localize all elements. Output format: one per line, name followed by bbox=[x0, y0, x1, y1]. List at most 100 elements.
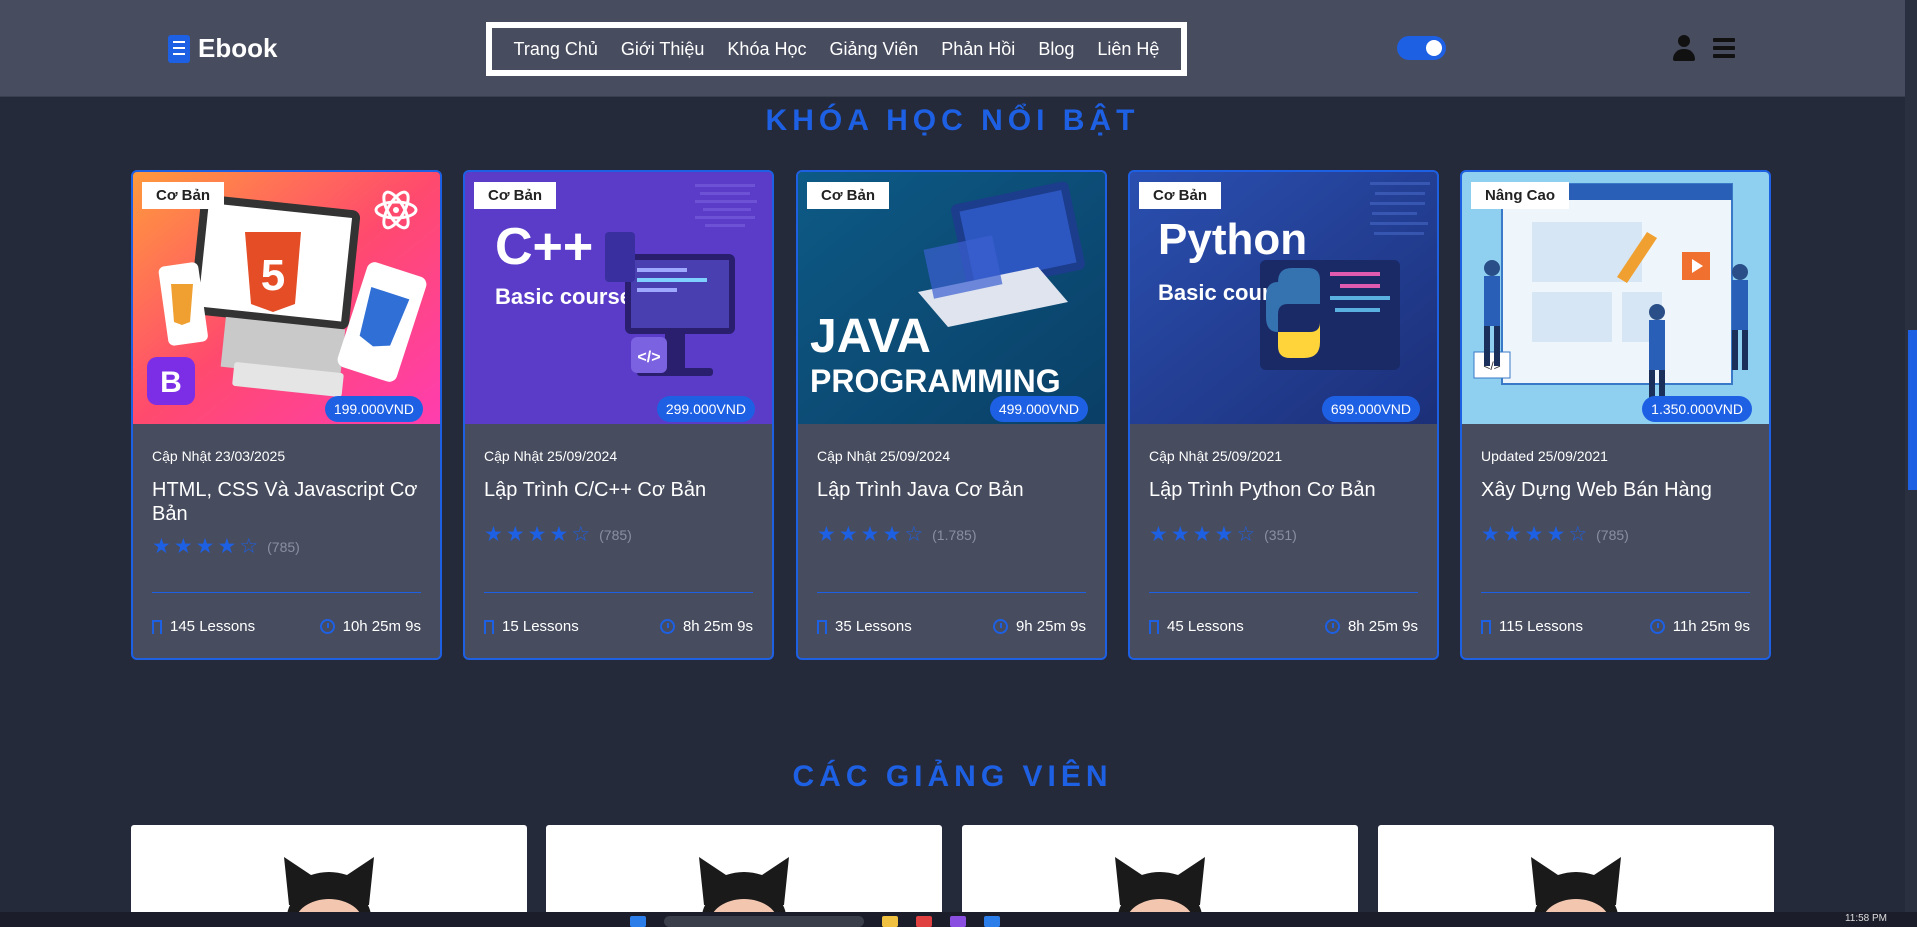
star-icon: ★ bbox=[1192, 522, 1212, 546]
lesson-count: 45 Lessons bbox=[1167, 618, 1244, 635]
star-icon: ★ bbox=[817, 522, 836, 546]
card-divider bbox=[1149, 592, 1418, 593]
course-image-java: JAVA PROGRAMMING bbox=[798, 172, 1105, 424]
course-card[interactable]: </> Nâng Cao 1.350.000VND Updated 25/09/… bbox=[1460, 170, 1771, 660]
nav-about[interactable]: Giới Thiệu bbox=[621, 39, 705, 60]
rating-stars: ★ ★ ★ ★ ☆ (785) bbox=[484, 524, 753, 545]
price-tag: 1.350.000VND bbox=[1642, 396, 1752, 422]
app-icon[interactable] bbox=[916, 916, 932, 927]
theme-toggle[interactable] bbox=[1397, 36, 1446, 60]
nav-blog[interactable]: Blog bbox=[1038, 39, 1074, 60]
star-icon: ★ bbox=[1170, 522, 1190, 546]
course-card[interactable]: 5 B Cơ Bản 199.000VND Cập Nhật 23/03/202… bbox=[131, 170, 442, 660]
rating-stars: ★ ★ ★ ★ ☆ (785) bbox=[1481, 524, 1750, 545]
site-header: Ebook Trang Chủ Giới Thiệu Khóa Học Giản… bbox=[0, 0, 1905, 97]
app-icon[interactable] bbox=[984, 916, 1000, 927]
star-icon: ★ bbox=[882, 522, 902, 546]
star-half-icon: ☆ bbox=[571, 522, 591, 546]
bookmark-icon bbox=[152, 619, 162, 635]
course-title[interactable]: Lập Trình Python Cơ Bản bbox=[1149, 478, 1418, 502]
rating-count: (785) bbox=[1596, 526, 1629, 543]
lesson-count: 145 Lessons bbox=[170, 618, 256, 635]
logo-text: Ebook bbox=[198, 33, 278, 63]
featured-courses-title: KHÓA HỌC NỔI BẬT bbox=[765, 104, 1140, 137]
course-title[interactable]: Lập Trình C/C++ Cơ Bản bbox=[484, 478, 753, 502]
os-taskbar: 11:58 PM bbox=[0, 912, 1917, 927]
course-image-cpp: C++ Basic course </> bbox=[465, 172, 772, 424]
user-icon[interactable] bbox=[1672, 35, 1696, 61]
course-image-web: </> bbox=[1462, 172, 1769, 424]
clock-icon bbox=[1324, 619, 1340, 634]
rating-count: (1.785) bbox=[932, 526, 977, 543]
taskbar-search[interactable] bbox=[664, 916, 864, 927]
rating-stars: ★ ★ ★ ★ ☆ (785) bbox=[152, 536, 421, 557]
star-icon: ★ bbox=[860, 522, 880, 546]
star-icon: ★ bbox=[527, 522, 547, 546]
course-card[interactable]: C++ Basic course </> Cơ Bản 299.000VND C… bbox=[463, 170, 774, 660]
nav-courses[interactable]: Khóa Học bbox=[727, 39, 806, 60]
course-thumbnail: </> Nâng Cao 1.350.000VND bbox=[1462, 172, 1769, 424]
bookmark-icon bbox=[1481, 619, 1491, 635]
course-card[interactable]: Python Basic course Cơ Bản 699.000VND Cậ… bbox=[1128, 170, 1439, 660]
rating-count: (785) bbox=[599, 526, 632, 543]
svg-text:B: B bbox=[160, 366, 182, 399]
course-duration: 9h 25m 9s bbox=[1015, 618, 1086, 635]
bookmark-icon bbox=[484, 619, 494, 635]
course-thumbnail: Python Basic course Cơ Bản 699.000VND bbox=[1130, 172, 1437, 424]
rating-stars: ★ ★ ★ ★ ☆ (351) bbox=[1149, 524, 1418, 545]
clock-icon bbox=[1649, 619, 1665, 634]
level-badge: Cơ Bản bbox=[142, 182, 225, 209]
thumb-title: Python bbox=[1158, 215, 1307, 264]
star-icon: ★ bbox=[152, 534, 171, 558]
course-image-python: Python Basic course bbox=[1130, 172, 1437, 424]
course-thumbnail: JAVA PROGRAMMING Cơ Bản 499.000VND bbox=[798, 172, 1105, 424]
course-card[interactable]: JAVA PROGRAMMING Cơ Bản 499.000VND Cập N… bbox=[796, 170, 1107, 660]
clock-icon bbox=[319, 619, 335, 634]
price-tag: 199.000VND bbox=[324, 396, 423, 422]
lesson-count: 115 Lessons bbox=[1499, 618, 1583, 635]
star-icon: ★ bbox=[484, 522, 503, 546]
svg-text:</>: </> bbox=[637, 349, 660, 366]
taskbar-icons bbox=[630, 916, 1000, 927]
thumb-subtitle: PROGRAMMING bbox=[810, 363, 1061, 399]
nav-home[interactable]: Trang Chủ bbox=[514, 39, 598, 60]
course-title[interactable]: Xây Dựng Web Bán Hàng bbox=[1481, 478, 1750, 502]
logo[interactable]: Ebook bbox=[168, 33, 277, 64]
nav-instructors[interactable]: Giảng Viên bbox=[830, 39, 919, 60]
star-icon: ★ bbox=[1214, 522, 1234, 546]
course-duration: 8h 25m 9s bbox=[1347, 618, 1418, 635]
star-icon: ★ bbox=[505, 522, 525, 546]
app-icon[interactable] bbox=[950, 916, 966, 927]
price-tag: 699.000VND bbox=[1321, 396, 1420, 422]
level-badge: Cơ Bản bbox=[474, 182, 557, 209]
level-badge: Cơ Bản bbox=[807, 182, 890, 209]
hamburger-menu-icon[interactable] bbox=[1713, 38, 1735, 58]
level-badge: Nâng Cao bbox=[1471, 182, 1570, 209]
course-thumbnail: C++ Basic course </> Cơ Bản 299.000VND bbox=[465, 172, 772, 424]
course-title[interactable]: Lập Trình Java Cơ Bản bbox=[817, 478, 1086, 502]
star-icon: ★ bbox=[195, 534, 215, 558]
bookmark-icon bbox=[817, 619, 827, 635]
course-title[interactable]: HTML, CSS Và Javascript Cơ Bản bbox=[152, 478, 421, 526]
star-icon: ★ bbox=[1149, 522, 1168, 546]
star-half-icon: ☆ bbox=[1568, 522, 1588, 546]
updated-date: Cập Nhật 25/09/2024 bbox=[484, 448, 618, 464]
nav-contact[interactable]: Liên Hệ bbox=[1097, 39, 1159, 60]
nav-feedback[interactable]: Phản Hồi bbox=[941, 39, 1015, 60]
scrollbar-thumb[interactable] bbox=[1908, 330, 1917, 490]
folder-icon[interactable] bbox=[882, 916, 898, 927]
lesson-count: 35 Lessons bbox=[835, 618, 912, 635]
bookmark-icon bbox=[1149, 619, 1159, 635]
card-divider bbox=[817, 592, 1086, 593]
start-icon[interactable] bbox=[630, 916, 646, 927]
course-duration: 11h 25m 9s bbox=[1672, 618, 1750, 635]
star-half-icon: ☆ bbox=[904, 522, 924, 546]
course-duration: 10h 25m 9s bbox=[342, 618, 421, 635]
card-divider bbox=[484, 592, 753, 593]
rating-count: (785) bbox=[267, 538, 300, 555]
course-duration: 8h 25m 9s bbox=[682, 618, 753, 635]
rating-stars: ★ ★ ★ ★ ☆ (1.785) bbox=[817, 524, 1086, 545]
course-image-html: 5 B bbox=[133, 172, 440, 424]
clock-icon bbox=[659, 619, 675, 634]
star-icon: ★ bbox=[1524, 522, 1544, 546]
